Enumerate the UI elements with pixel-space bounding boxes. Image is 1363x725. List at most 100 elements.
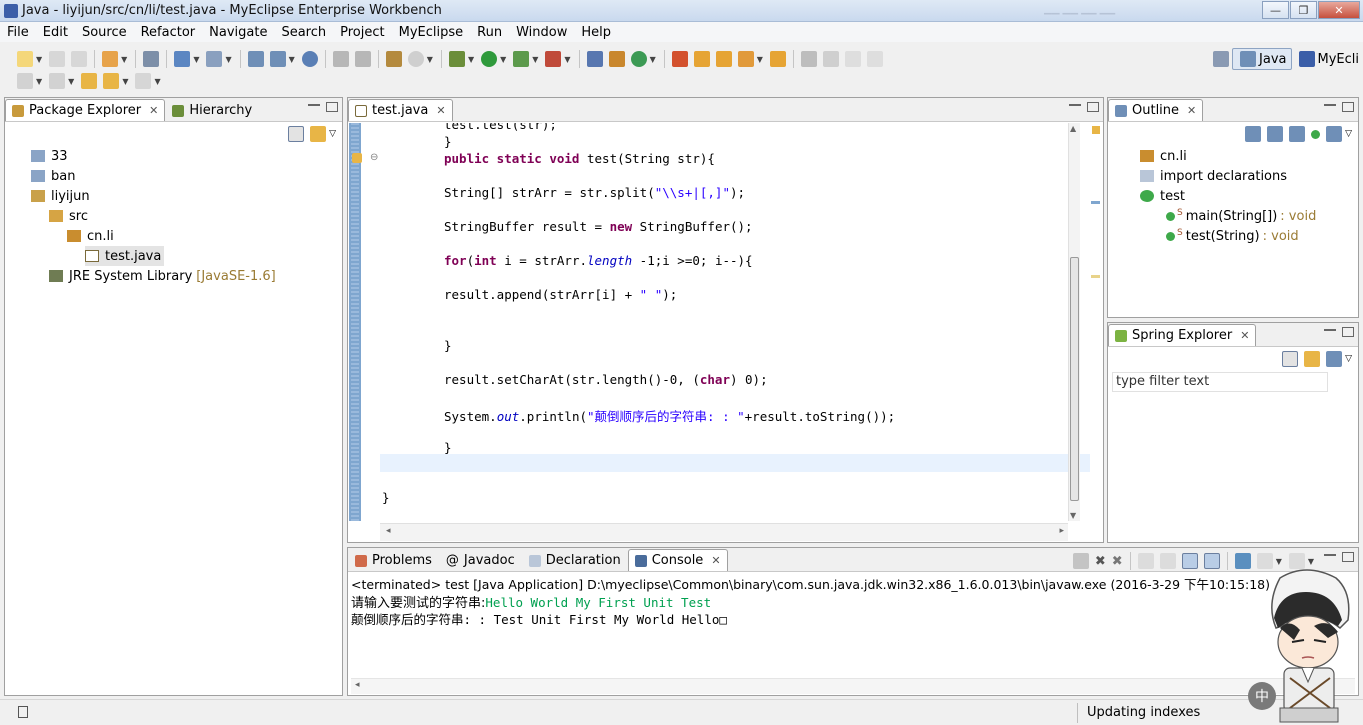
outline-item-class-test[interactable]: test: [1140, 186, 1185, 206]
debug-icon[interactable]: [448, 51, 465, 67]
run-icon[interactable]: [481, 51, 498, 67]
new-class-icon[interactable]: [630, 51, 647, 67]
tab-package-explorer[interactable]: Package Explorer ✕: [5, 99, 166, 121]
maximize-view-icon[interactable]: [1342, 102, 1354, 112]
tab-declaration[interactable]: Declaration: [522, 549, 628, 571]
pin-icon[interactable]: [800, 51, 817, 67]
scroll-left-icon[interactable]: ◂: [386, 526, 391, 536]
globe-icon[interactable]: [407, 51, 424, 67]
server-icon[interactable]: [143, 51, 160, 67]
menu-navigate[interactable]: Navigate: [202, 25, 274, 40]
report-icon[interactable]: [269, 51, 286, 67]
close-window-button[interactable]: ✕: [1318, 1, 1360, 19]
scroll-left-icon[interactable]: ◂: [355, 680, 360, 690]
view-menu-icon[interactable]: ▽: [1345, 129, 1352, 139]
highlight-icon[interactable]: [822, 51, 839, 67]
maximize-view-icon[interactable]: [1342, 327, 1354, 337]
console-horizontal-scrollbar[interactable]: ◂: [351, 678, 1355, 694]
menu-file[interactable]: File: [0, 25, 36, 40]
close-tab-icon[interactable]: ✕: [1187, 104, 1196, 117]
new-java-project-icon[interactable]: [586, 51, 603, 67]
close-tab-icon[interactable]: ✕: [149, 104, 158, 117]
editor-horizontal-scrollbar[interactable]: ◂ ▸: [380, 523, 1068, 541]
minimize-view-icon[interactable]: [1324, 104, 1336, 108]
hide-local-types-icon[interactable]: [1326, 126, 1343, 142]
warning-marker-icon[interactable]: [352, 153, 362, 163]
close-tab-icon[interactable]: ✕: [1240, 329, 1249, 342]
ant-icon[interactable]: [332, 51, 349, 67]
close-tab-icon[interactable]: ✕: [436, 104, 445, 117]
display-console-icon[interactable]: [1256, 553, 1273, 569]
previous-annotation-icon[interactable]: [49, 73, 66, 89]
last-edit-icon[interactable]: [81, 73, 98, 89]
editor-vertical-scrollbar[interactable]: ▲ ▼: [1068, 123, 1080, 521]
menu-source[interactable]: Source: [75, 25, 134, 40]
menu-project[interactable]: Project: [333, 25, 391, 40]
scroll-up-icon[interactable]: ▲: [1070, 124, 1076, 133]
minimize-view-icon[interactable]: [308, 104, 320, 108]
sort-icon[interactable]: [1326, 351, 1343, 367]
menu-refactor[interactable]: Refactor: [134, 25, 203, 40]
fast-view-icon[interactable]: [18, 706, 28, 718]
hide-static-icon[interactable]: [1289, 126, 1306, 142]
search-icon[interactable]: [737, 51, 754, 67]
remove-launch-icon[interactable]: ✖: [1095, 554, 1106, 569]
save-icon[interactable]: [49, 51, 66, 67]
open-perspective-icon[interactable]: [1213, 51, 1230, 67]
tab-console[interactable]: Console ✕: [627, 549, 728, 571]
pin-console-icon[interactable]: [1234, 553, 1251, 569]
outline-item-main[interactable]: Smain(String[]): void: [1166, 206, 1316, 226]
block-selection-icon[interactable]: [844, 51, 861, 67]
menu-search[interactable]: Search: [274, 25, 333, 40]
maximize-view-icon[interactable]: [326, 102, 338, 112]
open-project-icon[interactable]: [385, 51, 402, 67]
show-on-error-icon[interactable]: [1203, 553, 1220, 569]
scrollbar-thumb[interactable]: [1070, 257, 1079, 501]
terminate-icon[interactable]: [1072, 553, 1089, 569]
open-task-icon[interactable]: [715, 51, 732, 67]
print-icon[interactable]: [71, 51, 88, 67]
tab-outline[interactable]: Outline ✕: [1108, 99, 1204, 121]
show-whitespace-icon[interactable]: [866, 51, 883, 67]
run-external-icon[interactable]: [545, 51, 562, 67]
minimize-view-icon[interactable]: [1324, 554, 1336, 558]
open-folder-icon[interactable]: [671, 51, 688, 67]
tree-item-ban[interactable]: ban: [31, 166, 75, 186]
tree-item-src[interactable]: src: [49, 206, 88, 226]
open-resource-icon[interactable]: [769, 51, 786, 67]
scroll-down-icon[interactable]: ▼: [1070, 511, 1076, 520]
open-file-icon[interactable]: [693, 51, 710, 67]
outline-item-imports[interactable]: import declarations: [1140, 166, 1287, 186]
link-with-editor-icon[interactable]: [1304, 351, 1321, 367]
hide-non-public-icon[interactable]: [1311, 129, 1321, 139]
minimize-view-icon[interactable]: [1324, 329, 1336, 333]
browse-icon[interactable]: [206, 51, 223, 67]
database-icon[interactable]: [247, 51, 264, 67]
menu-run[interactable]: Run: [470, 25, 509, 40]
minimize-button[interactable]: —: [1262, 1, 1289, 19]
collapse-all-icon[interactable]: [1282, 351, 1299, 367]
forward-icon[interactable]: [135, 73, 152, 89]
overview-warning-icon[interactable]: [1092, 126, 1100, 134]
new-package-icon[interactable]: [608, 51, 625, 67]
new-icon[interactable]: [17, 51, 33, 67]
menu-myeclipse[interactable]: MyEclipse: [392, 25, 471, 40]
tree-item-liyijun[interactable]: liyijun: [31, 186, 90, 206]
view-menu-icon[interactable]: ▽: [1345, 354, 1352, 364]
tab-test-java[interactable]: test.java ✕: [348, 99, 453, 121]
java-perspective-button[interactable]: Java: [1232, 48, 1292, 70]
collapse-all-icon[interactable]: [288, 126, 305, 142]
console-output[interactable]: <terminated> test [Java Application] D:\…: [349, 573, 1357, 694]
tree-item-jre-system-library[interactable]: JRE System Library [JavaSE-1.6]: [49, 266, 276, 286]
new-dropdown-icon[interactable]: ▼: [36, 55, 42, 64]
tree-item-cn-li[interactable]: cn.li: [67, 226, 114, 246]
tab-hierarchy[interactable]: Hierarchy: [165, 99, 259, 121]
scroll-right-icon[interactable]: ▸: [1059, 526, 1064, 536]
overview-ruler[interactable]: [1089, 123, 1102, 521]
remove-all-launches-icon[interactable]: ✖: [1112, 554, 1123, 569]
overview-marker[interactable]: [1091, 275, 1100, 278]
next-annotation-icon[interactable]: [17, 73, 33, 89]
ime-indicator[interactable]: 中: [1248, 682, 1276, 710]
clear-console-icon[interactable]: [1137, 553, 1154, 569]
link-with-editor-icon[interactable]: [310, 126, 327, 142]
